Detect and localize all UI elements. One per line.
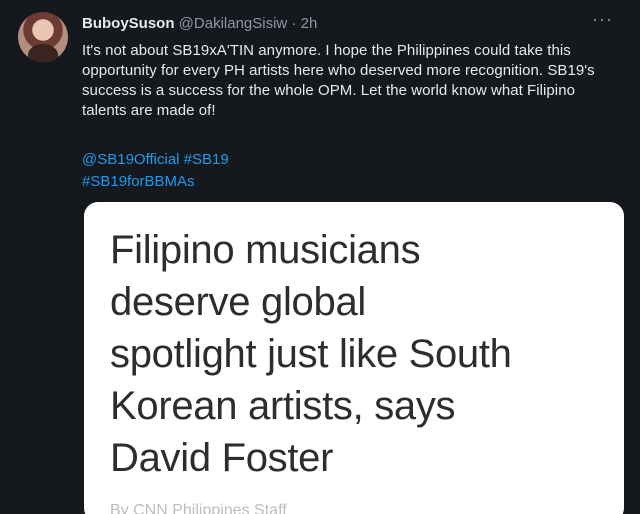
tweet-header: BuboySuson @DakilangSisiw · 2h [82,14,317,33]
timestamp[interactable]: 2h [301,15,318,32]
hashtag-link[interactable]: #SB19forBBMAs [82,173,195,190]
display-name[interactable]: BuboySuson [82,15,175,32]
headline-line: spotlight just like South [110,332,512,376]
headline-line: deserve global [110,280,366,324]
more-options-icon[interactable]: ··· [592,9,613,30]
hashtag-link[interactable]: #SB19 [184,151,229,168]
headline-line: Filipino musicians [110,228,421,272]
tweet[interactable]: BuboySuson @DakilangSisiw · 2h ··· It's … [0,0,640,514]
hashtags-line: #SB19forBBMAs [82,171,229,193]
avatar[interactable] [18,12,68,62]
mentions-line: @SB19Official #SB19 [82,149,229,171]
tweet-tags: @SB19Official #SB19 #SB19forBBMAs [82,149,229,193]
mention-link[interactable]: @SB19Official [82,151,180,168]
headline-line: Korean artists, says [110,384,456,428]
card-headline: Filipino musicians deserve global spotli… [110,224,620,484]
user-handle[interactable]: @DakilangSisiw [179,15,288,32]
card-byline: By CNN Philippines Staff [110,502,287,514]
separator-dot: · [291,15,297,32]
headline-line: David Foster [110,436,334,480]
media-card[interactable]: Filipino musicians deserve global spotli… [84,202,624,514]
tweet-text: It's not about SB19xA'TIN anymore. I hop… [82,42,595,119]
